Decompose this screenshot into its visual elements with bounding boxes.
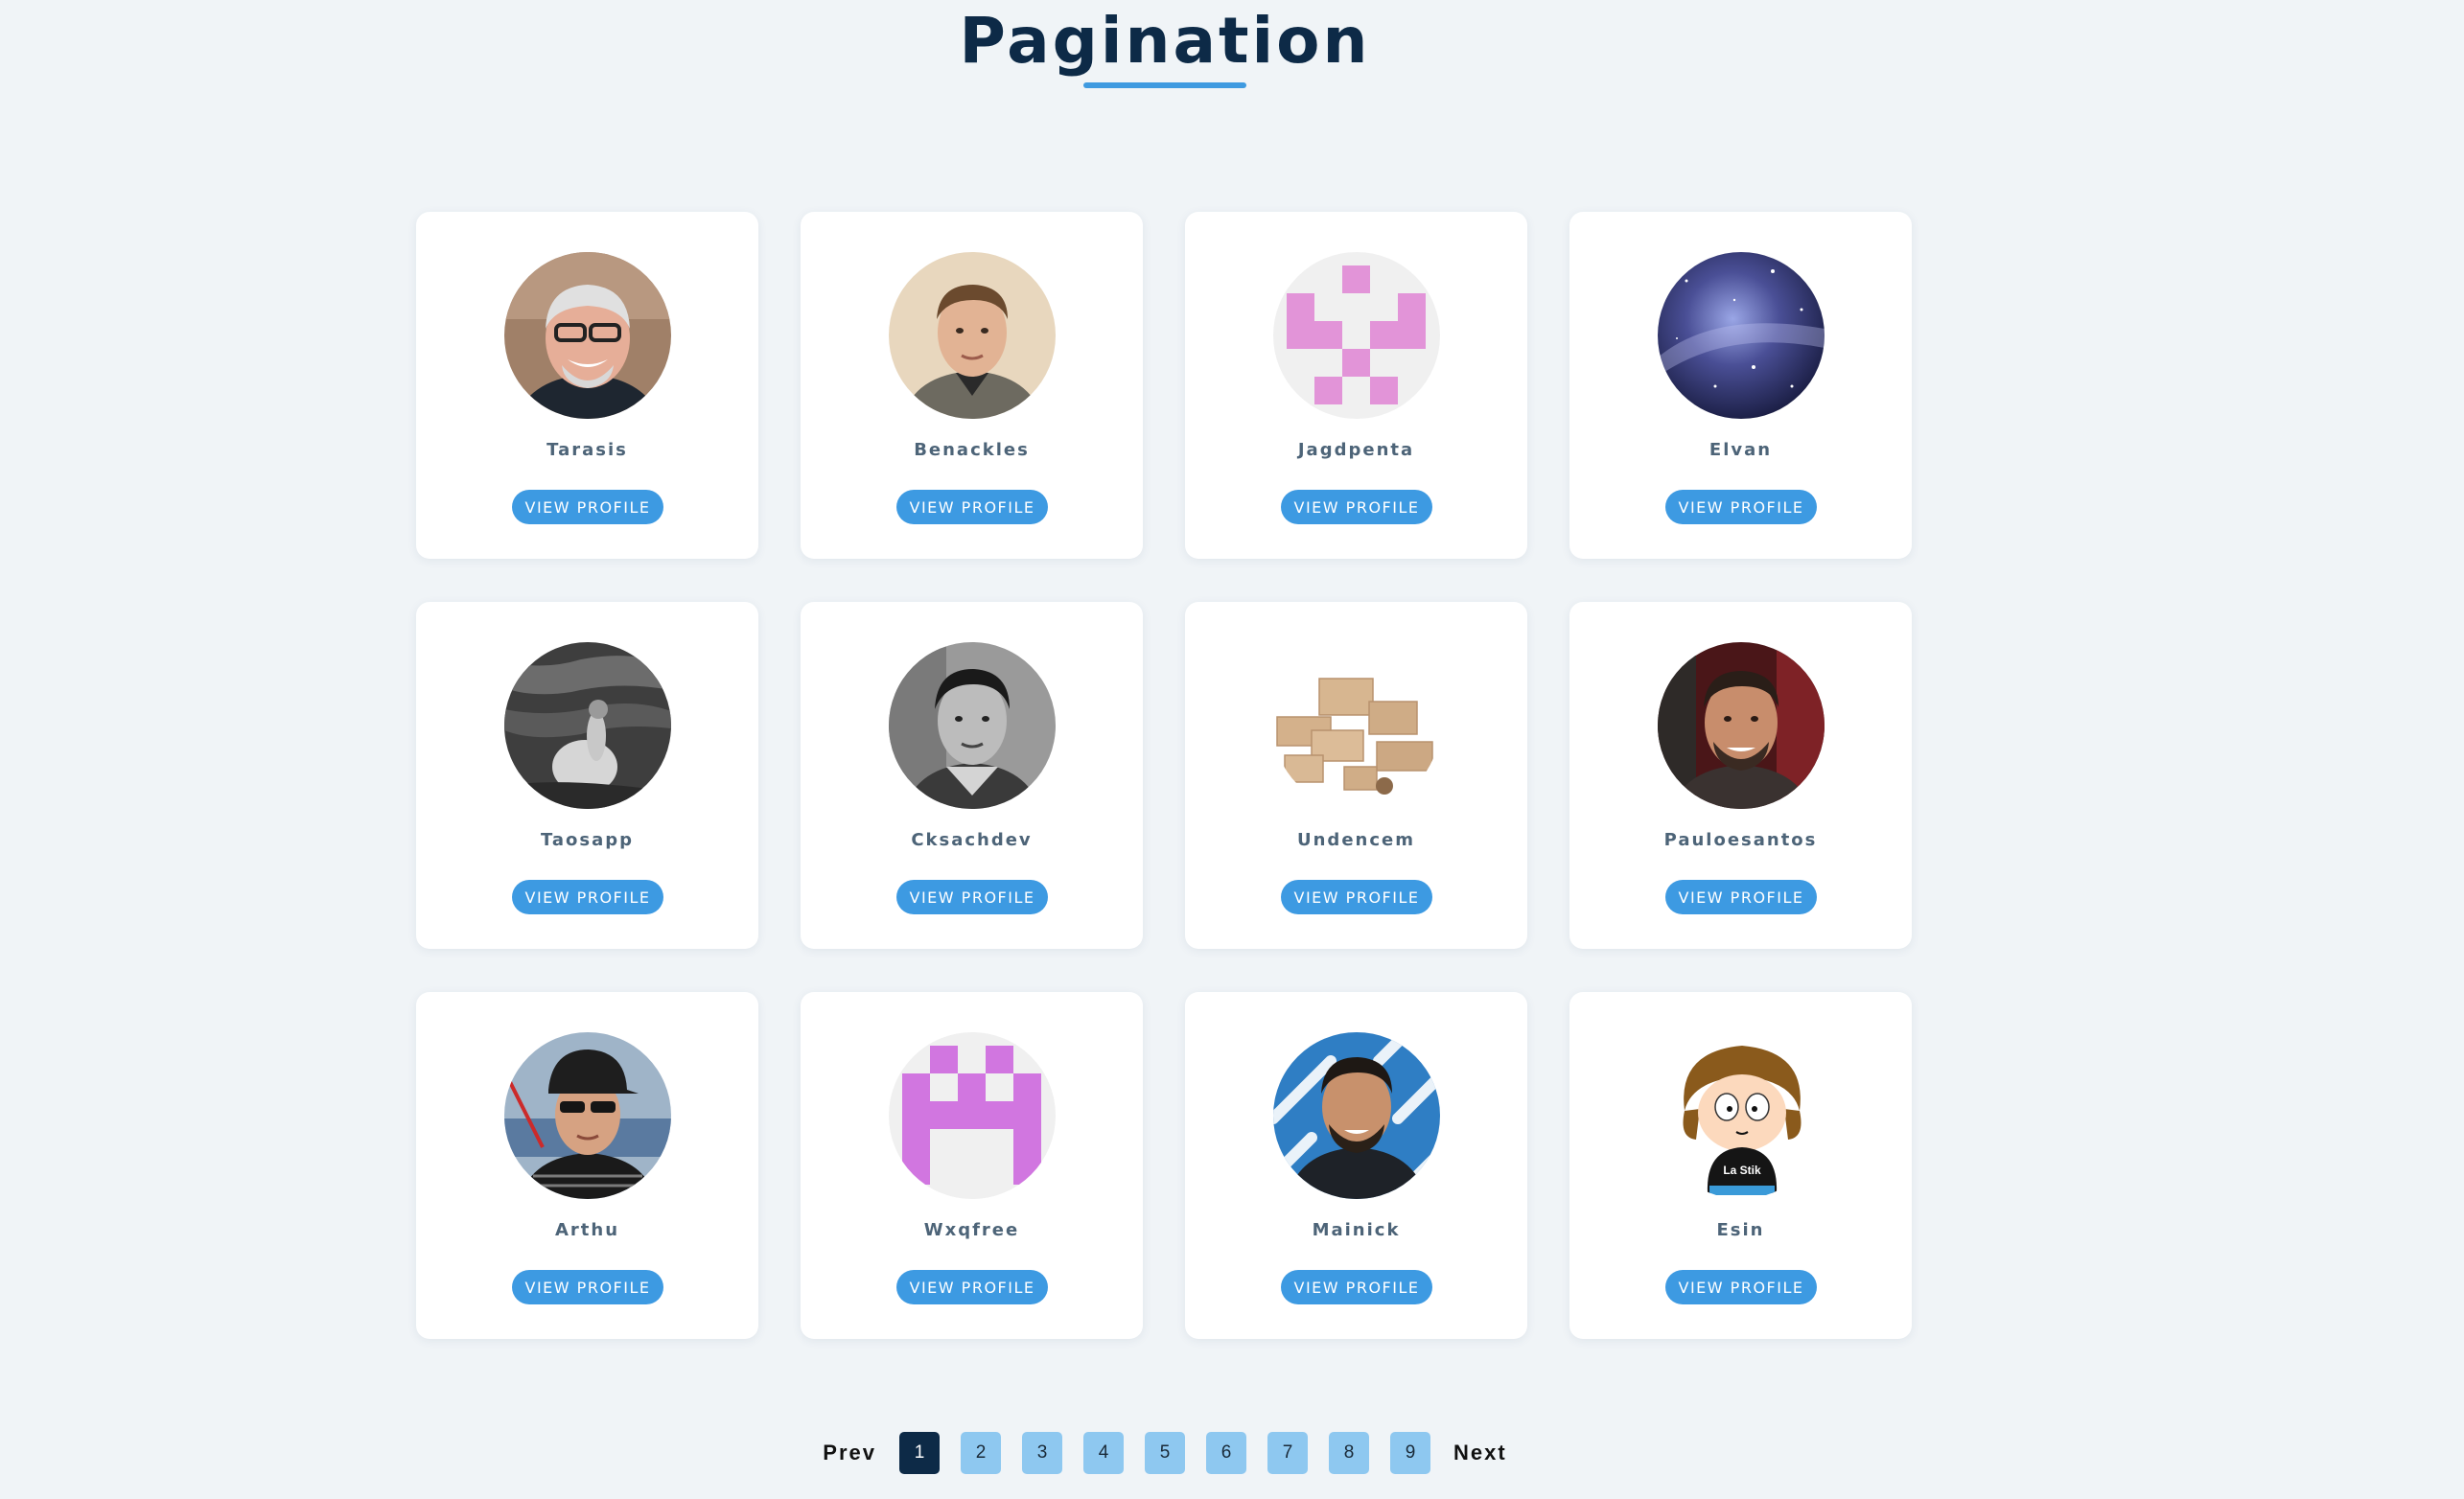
page-button-2[interactable]: 2 [961,1432,1002,1474]
view-profile-button[interactable]: VIEW PROFILE [1281,490,1432,524]
page-list: 1 2 3 4 5 6 7 8 9 [899,1432,1431,1474]
next-button[interactable]: Next [1453,1441,1507,1465]
page-button-5[interactable]: 5 [1145,1432,1186,1474]
avatar [1273,642,1440,809]
view-profile-button[interactable]: VIEW PROFILE [896,880,1048,914]
user-name: Pauloesantos [1663,830,1818,850]
view-profile-button[interactable]: VIEW PROFILE [1281,880,1432,914]
view-profile-button[interactable]: VIEW PROFILE [512,490,663,524]
user-card: Tarasis VIEW PROFILE [416,212,758,559]
view-profile-button[interactable]: VIEW PROFILE [1281,1270,1432,1304]
user-name: Jagdpenta [1297,440,1415,460]
page-button-6[interactable]: 6 [1206,1432,1247,1474]
page-title: Pagination [959,4,1371,78]
user-card: Elvan VIEW PROFILE [1569,212,1912,559]
user-card: Taosapp VIEW PROFILE [416,602,758,949]
view-profile-button[interactable]: VIEW PROFILE [1665,490,1817,524]
avatar [1658,252,1825,419]
user-card: Jagdpenta VIEW PROFILE [1185,212,1527,559]
user-card: Arthu VIEW PROFILE [416,992,758,1339]
avatar [1273,252,1440,419]
page-button-4[interactable]: 4 [1083,1432,1125,1474]
view-profile-button[interactable]: VIEW PROFILE [896,490,1048,524]
title-underline [1083,82,1246,88]
user-card: Benackles VIEW PROFILE [801,212,1143,559]
user-card: Pauloesantos VIEW PROFILE [1569,602,1912,949]
avatar [1273,1032,1440,1199]
avatar [1658,642,1825,809]
view-profile-button[interactable]: VIEW PROFILE [512,880,663,914]
avatar [504,642,671,809]
user-name: Wxqfree [923,1220,1020,1240]
avatar [889,642,1056,809]
view-profile-button[interactable]: VIEW PROFILE [1665,880,1817,914]
user-name: Undencem [1297,830,1415,850]
view-profile-button[interactable]: VIEW PROFILE [512,1270,663,1304]
avatar [504,252,671,419]
page-header: Pagination [0,0,2330,88]
page-button-9[interactable]: 9 [1390,1432,1431,1474]
user-card: Mainick VIEW PROFILE [1185,992,1527,1339]
user-name: Mainick [1312,1220,1401,1240]
user-name: Taosapp [540,830,635,850]
user-name: Benackles [914,440,1030,460]
page-button-8[interactable]: 8 [1329,1432,1370,1474]
page-button-3[interactable]: 3 [1022,1432,1063,1474]
page-button-7[interactable]: 7 [1267,1432,1309,1474]
avatar [889,252,1056,419]
user-card: La Stik Esin VIEW PROFILE [1569,992,1912,1339]
user-name: Arthu [554,1220,620,1240]
user-name: Elvan [1709,440,1773,460]
avatar: La Stik [1658,1032,1825,1199]
page-button-1[interactable]: 1 [899,1432,941,1474]
user-card: Wxqfree VIEW PROFILE [801,992,1143,1339]
user-name: Esin [1716,1220,1765,1240]
user-name: Tarasis [546,440,628,460]
user-card: Cksachdev VIEW PROFILE [801,602,1143,949]
pagination: Prev 1 2 3 4 5 6 7 8 9 Next [0,1432,2330,1474]
user-name: Cksachdev [911,830,1033,850]
prev-button[interactable]: Prev [823,1441,876,1465]
avatar [889,1032,1056,1199]
avatar-shirt-text: La Stik [1723,1164,1761,1177]
view-profile-button[interactable]: VIEW PROFILE [896,1270,1048,1304]
user-card-grid: Tarasis VIEW PROFILE Benackles VIEW PROF… [416,212,1912,1339]
avatar [504,1032,671,1199]
user-card: Undencem VIEW PROFILE [1185,602,1527,949]
view-profile-button[interactable]: VIEW PROFILE [1665,1270,1817,1304]
